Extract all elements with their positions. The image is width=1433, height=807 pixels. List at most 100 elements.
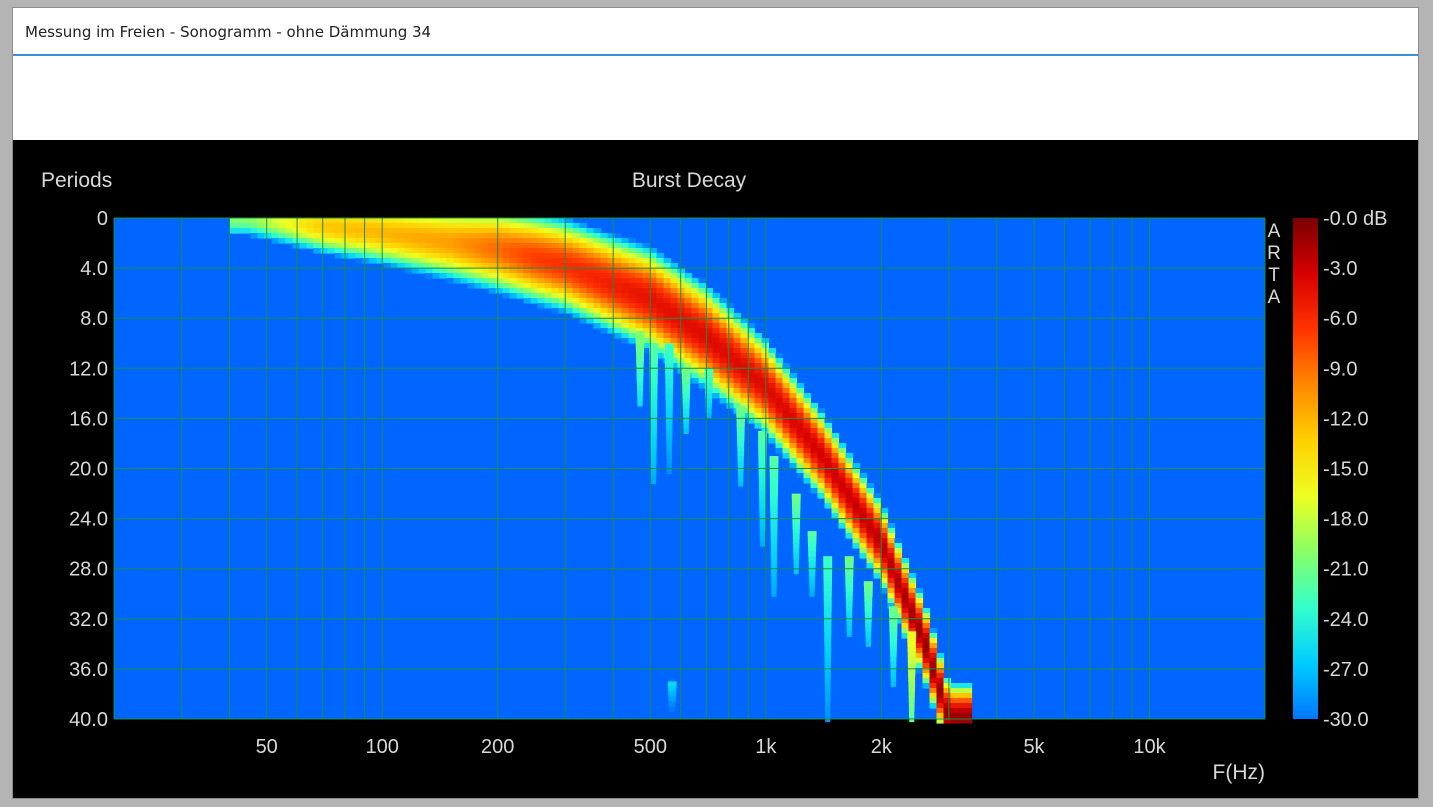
heat-cell [810,423,819,429]
heat-cell [355,223,364,229]
heat-cell [530,253,539,259]
decay-tail-cell [759,531,766,537]
colorbar-label: -0.0 dB [1323,208,1387,230]
heat-cell [712,303,721,309]
heat-cell [467,283,476,289]
heat-cell [866,533,875,539]
heat-cell [551,298,560,304]
heat-cell [733,338,742,344]
heat-cell [376,228,385,234]
heat-cell [929,698,938,704]
heat-cell [544,303,553,309]
decay-tail-cell [665,368,674,374]
heat-cell [586,228,595,234]
colorbar-label: -24.0 [1323,609,1369,631]
heat-cell [719,368,728,374]
decay-tail-cell [791,498,801,505]
heat-cell [551,258,560,264]
heat-cell [824,433,833,439]
heat-cell [628,273,637,279]
decay-tail-cell [907,651,916,657]
heat-cell [775,373,784,379]
heat-cell [852,513,861,519]
heat-cell [922,628,931,634]
heat-cell [733,393,742,399]
heat-cell [831,478,840,484]
decay-tail-cell [667,681,677,687]
heat-cell [859,473,868,479]
heat-cell [579,268,588,274]
heat-cell [495,258,504,264]
heat-cell [572,248,581,254]
decay-tail-cell [737,456,744,462]
heat-cell [320,233,329,239]
heat-cell [614,248,623,254]
heatmap-area [114,218,1265,724]
heat-cell [726,323,735,329]
heat-cell [390,238,399,244]
heat-cell [425,218,434,224]
heat-cell [614,303,623,309]
heat-cell [663,283,672,289]
heat-cell [467,278,476,284]
heat-cell [712,343,721,349]
x-tick-label: 200 [481,736,514,758]
decay-tail-cell [807,531,817,537]
decay-tail-cell [846,601,853,607]
heat-cell [684,363,693,369]
decay-tail-cell [846,626,852,632]
heat-cell [768,368,777,374]
heat-cell [922,678,931,684]
heat-cell [432,223,441,229]
heat-cell [901,588,910,594]
heat-cell [411,243,420,249]
heat-cell [607,323,616,329]
heat-cell [859,533,868,539]
heat-cell [530,238,539,244]
heat-cell [887,523,896,529]
heat-cell [852,478,861,484]
heat-cell [943,678,952,684]
heat-cell [537,233,546,239]
heat-cell [929,648,938,654]
heat-cell [586,238,595,244]
heat-cell [642,258,651,264]
heat-cell [446,223,455,229]
heat-cell [740,328,749,334]
heat-cell [509,238,518,244]
heat-cell [866,548,875,554]
heat-cell [614,308,623,314]
heat-cell [530,243,539,249]
heat-cell [467,243,476,249]
heat-cell [719,363,728,369]
heat-cell [509,228,518,234]
heat-cell [789,458,798,464]
heat-cell [852,508,861,514]
heat-cell [390,253,399,259]
decay-tail-cell [666,423,673,429]
heat-cell [327,218,336,224]
heat-cell [740,353,749,359]
heat-cell [754,403,763,409]
heat-cell [754,408,763,414]
decay-tail-cell [824,641,832,647]
decay-tail-cell [865,631,872,637]
heat-cell [719,393,728,399]
heat-cell [698,283,707,289]
heat-cell [810,483,819,489]
heat-cell [740,388,749,394]
heat-cell [964,708,973,714]
heat-cell [628,283,637,289]
heat-cell [824,483,833,489]
heat-cell [523,218,532,224]
heat-cell [775,398,784,404]
heat-cell [684,308,693,314]
heat-cell [768,358,777,364]
heat-cell [509,293,518,299]
heat-cell [817,493,826,499]
heat-cell [754,383,763,389]
heat-cell [523,228,532,234]
heat-cell [628,293,637,299]
heat-cell [782,368,791,374]
heat-cell [362,253,371,259]
